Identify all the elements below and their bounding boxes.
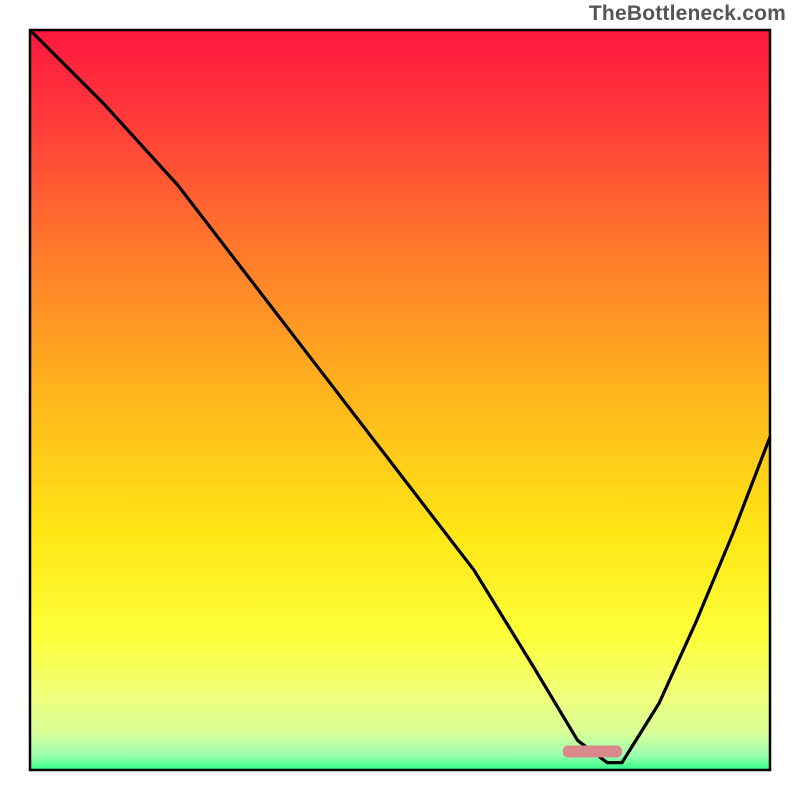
bottleneck-curve-chart <box>0 0 800 800</box>
optimum-marker <box>563 746 622 758</box>
plot-background <box>30 30 770 770</box>
watermark-label: TheBottleneck.com <box>589 2 786 26</box>
